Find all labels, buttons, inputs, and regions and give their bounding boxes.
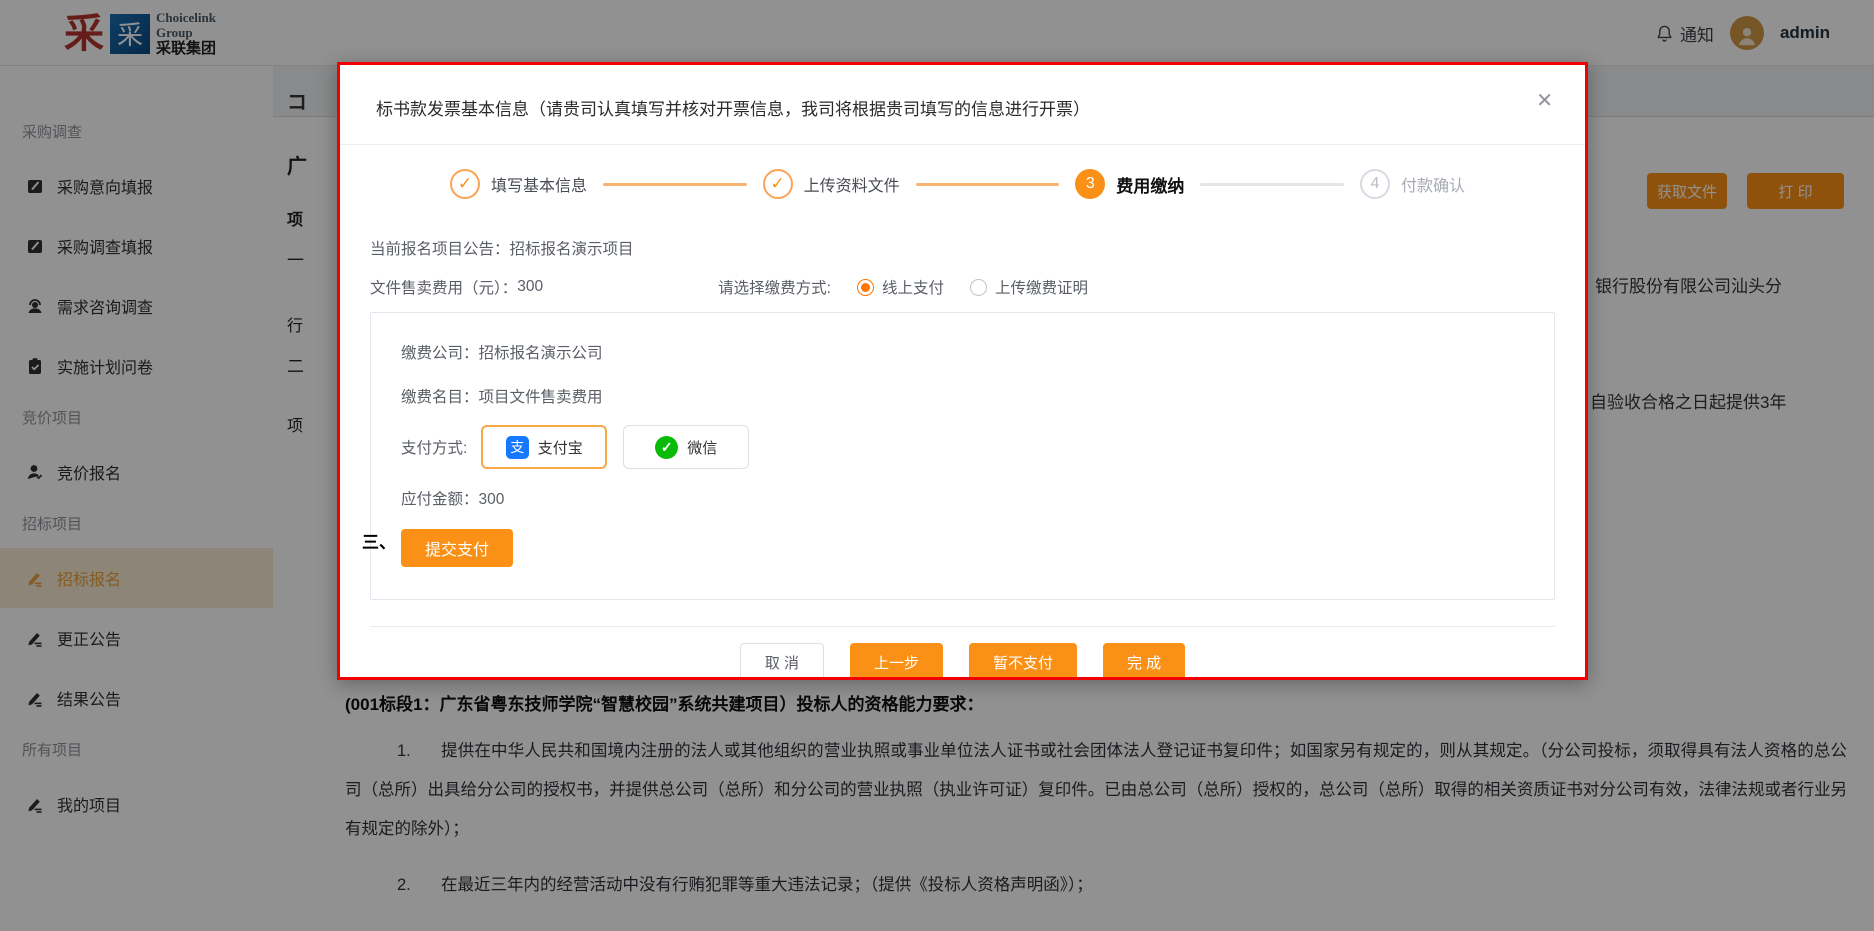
alipay-icon: 支: [506, 436, 529, 459]
payment-method-choice: 请选择缴费方式: 线上支付 上传缴费证明: [718, 276, 1088, 298]
wechat-label: 微信: [687, 437, 717, 458]
step-label: 付款确认: [1401, 172, 1465, 196]
radio-unselected-icon[interactable]: [970, 279, 987, 296]
modal-body: 当前报名项目公告：招标报名演示项目 文件售卖费用（元）：300 请选择缴费方式:…: [340, 237, 1585, 680]
wechat-icon: ✓: [655, 436, 678, 459]
alipay-button[interactable]: 支 支付宝: [481, 425, 607, 469]
step-payment-confirm: 4 付款确认: [1360, 169, 1465, 199]
amount-due-row: 应付金额：300: [401, 487, 1524, 509]
fee-and-method-row: 文件售卖费用（元）：300 请选择缴费方式: 线上支付 上传缴费证明: [370, 276, 1555, 298]
close-icon[interactable]: ✕: [1536, 91, 1553, 111]
step-fee-payment: 3 费用缴纳: [1075, 169, 1184, 199]
step-label: 费用缴纳: [1116, 172, 1184, 197]
step-connector: [916, 183, 1060, 186]
payer-company-row: 缴费公司：招标报名演示公司: [401, 341, 1524, 363]
current-announcement: 当前报名项目公告：招标报名演示项目: [370, 237, 1555, 259]
step-number: 4: [1360, 169, 1390, 199]
submit-payment-button[interactable]: 提交支付: [401, 529, 513, 567]
pay-later-button[interactable]: 暂不支付: [969, 643, 1077, 680]
modal-title: 标书款发票基本信息（请贵司认真填写并核对开票信息，我司将根据贵司填写的信息进行开…: [376, 100, 1090, 119]
company-value: 招标报名演示公司: [479, 341, 603, 363]
finish-button[interactable]: 完 成: [1103, 643, 1185, 680]
prev-step-button[interactable]: 上一步: [850, 643, 943, 680]
step-label: 填写基本信息: [491, 172, 587, 196]
announcement-value: 招标报名演示项目: [510, 241, 634, 258]
method-label: 请选择缴费方式:: [718, 276, 831, 298]
item-value: 项目文件售卖费用: [479, 385, 603, 407]
radio-label: 线上支付: [882, 276, 944, 298]
steps-indicator: ✓ 填写基本信息 ✓ 上传资料文件 3 费用缴纳 4 付款确认: [450, 169, 1465, 199]
radio-selected-icon[interactable]: [857, 279, 874, 296]
amount-label: 应付金额：: [401, 491, 479, 508]
step-fill-basic-info: ✓ 填写基本信息: [450, 169, 587, 199]
cancel-button[interactable]: 取 消: [740, 643, 824, 680]
payment-detail-box: 缴费公司：招标报名演示公司 缴费名目：项目文件售卖费用 支付方式: 支 支付宝 …: [370, 312, 1555, 600]
step-upload-files: ✓ 上传资料文件: [763, 169, 900, 199]
step-number: 3: [1075, 169, 1105, 199]
fee-value: 300: [517, 278, 543, 296]
radio-online-payment[interactable]: 线上支付: [857, 276, 944, 298]
radio-upload-proof[interactable]: 上传缴费证明: [970, 276, 1088, 298]
modal-footer: 取 消 上一步 暂不支付 完 成: [370, 626, 1555, 680]
step-connector: [1200, 183, 1344, 186]
amount-value: 300: [479, 491, 505, 508]
fee-label: 文件售卖费用（元）：: [370, 276, 517, 298]
alipay-label: 支付宝: [538, 437, 583, 458]
pay-channel-label: 支付方式:: [401, 436, 467, 458]
check-icon: ✓: [450, 169, 480, 199]
pay-channel-row: 支付方式: 支 支付宝 ✓ 微信: [401, 425, 1524, 469]
announcement-label: 当前报名项目公告：: [370, 241, 510, 258]
check-icon: ✓: [763, 169, 793, 199]
modal-header: 标书款发票基本信息（请贵司认真填写并核对开票信息，我司将根据贵司填写的信息进行开…: [340, 65, 1585, 145]
invoice-info-modal: 标书款发票基本信息（请贵司认真填写并核对开票信息，我司将根据贵司填写的信息进行开…: [337, 62, 1588, 680]
doc-section-marker-overlap: 三、: [362, 528, 396, 553]
company-label: 缴费公司：: [401, 341, 479, 363]
wechat-button[interactable]: ✓ 微信: [623, 425, 749, 469]
step-label: 上传资料文件: [804, 172, 900, 196]
item-label: 缴费名目：: [401, 385, 479, 407]
radio-label: 上传缴费证明: [995, 276, 1088, 298]
step-connector: [603, 183, 747, 186]
payment-item-row: 缴费名目：项目文件售卖费用: [401, 385, 1524, 407]
